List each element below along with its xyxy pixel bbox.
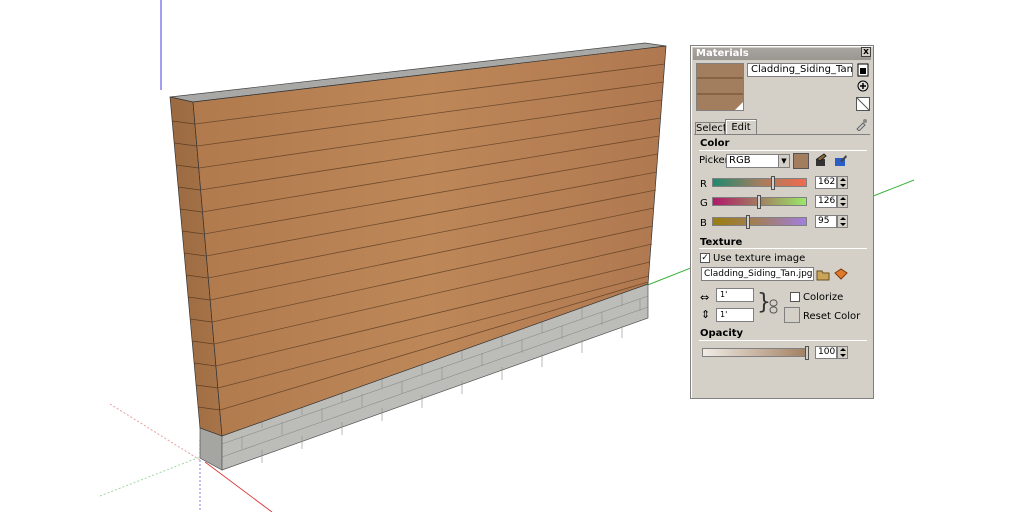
opacity-spinner[interactable] <box>837 346 848 359</box>
red-axis-dotted <box>109 403 201 461</box>
match-color-model-icon[interactable] <box>814 153 828 167</box>
r-value-field[interactable]: 162 <box>815 176 837 189</box>
panel-title-bar[interactable]: Materials <box>693 48 871 60</box>
picker-select[interactable]: RGB ▼ <box>726 154 790 168</box>
panel-title: Materials <box>696 48 749 59</box>
sample-paint-icon[interactable] <box>854 117 868 132</box>
use-texture-label: Use texture image <box>713 253 806 264</box>
texture-width-field[interactable]: 1' <box>716 288 754 302</box>
r-slider[interactable] <box>712 176 807 190</box>
edit-texture-icon[interactable] <box>834 267 848 281</box>
lock-aspect-icon[interactable] <box>767 298 781 316</box>
color-heading: Color <box>700 138 730 149</box>
opacity-heading: Opacity <box>700 328 744 339</box>
r-spinner[interactable] <box>837 176 848 189</box>
texture-height-field[interactable]: 1' <box>716 308 754 322</box>
b-label: B <box>700 218 707 229</box>
g-label: G <box>700 198 708 209</box>
default-material-icon[interactable] <box>856 97 870 111</box>
reset-color-label[interactable]: Reset Color <box>803 311 860 322</box>
tab-underline <box>694 134 870 135</box>
g-slider[interactable] <box>712 195 807 209</box>
width-arrow-icon: ⇔ <box>700 291 710 304</box>
opacity-slider-thumb[interactable] <box>805 346 809 360</box>
create-material-icon[interactable] <box>856 79 870 93</box>
colorize-checkbox[interactable] <box>790 292 800 302</box>
color-swatch[interactable] <box>793 153 809 169</box>
opacity-value-field[interactable]: 100 <box>815 346 837 359</box>
b-slider[interactable] <box>712 215 807 229</box>
g-spinner[interactable] <box>837 195 848 208</box>
match-color-screen-icon[interactable] <box>834 153 848 167</box>
b-slider-thumb[interactable] <box>746 215 750 229</box>
height-arrow-icon: ⇕ <box>701 308 711 321</box>
texture-heading: Texture <box>700 237 743 248</box>
picker-value: RGB <box>729 155 751 166</box>
use-texture-checkbox[interactable]: ✓ <box>700 253 710 263</box>
r-label: R <box>700 179 707 190</box>
green-axis-dotted <box>99 454 206 497</box>
tab-edit[interactable]: Edit <box>725 119 757 135</box>
reset-color-swatch[interactable] <box>784 307 800 323</box>
opacity-divider <box>699 340 867 341</box>
g-value-field[interactable]: 126 <box>815 195 837 208</box>
red-axis <box>204 461 273 512</box>
texture-file-field[interactable]: Cladding_Siding_Tan.jpg <box>701 267 814 281</box>
opacity-slider[interactable] <box>702 346 809 360</box>
colorize-label: Colorize <box>803 292 844 303</box>
b-value-field[interactable]: 95 <box>815 215 837 228</box>
display-secondary-icon[interactable] <box>856 63 870 77</box>
chevron-down-icon: ▼ <box>778 155 789 167</box>
b-spinner[interactable] <box>837 215 848 228</box>
material-name-field[interactable]: Cladding_Siding_Tan <box>747 63 853 77</box>
close-button[interactable]: x <box>861 47 871 57</box>
material-preview <box>696 63 744 111</box>
g-slider-thumb[interactable] <box>757 195 761 209</box>
materials-panel: Materials x Cladding_Siding_Tan Select E… <box>690 45 874 399</box>
color-divider <box>699 150 867 151</box>
texture-divider <box>699 248 867 249</box>
r-slider-thumb[interactable] <box>771 176 775 190</box>
browse-texture-icon[interactable] <box>816 267 830 281</box>
